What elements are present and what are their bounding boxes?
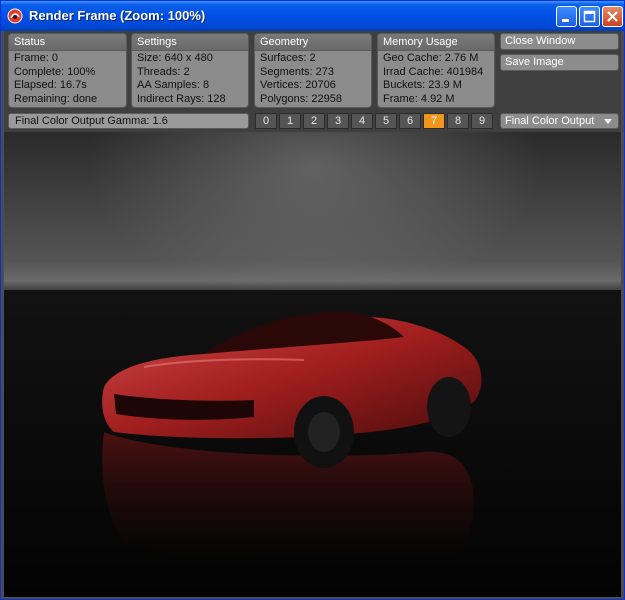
settings-indirect-rays: Indirect Rays: 128 xyxy=(137,92,226,105)
frame-button-6[interactable]: 6 xyxy=(399,113,421,129)
frame-button-7[interactable]: 7 xyxy=(423,113,445,129)
status-complete: Complete: 100% xyxy=(14,65,96,78)
frame-button-0[interactable]: 0 xyxy=(255,113,277,129)
title-bar[interactable]: Render Frame (Zoom: 100%) xyxy=(1,1,624,31)
frame-button-4[interactable]: 4 xyxy=(351,113,373,129)
geometry-panel-title: Geometry xyxy=(255,34,371,51)
maximize-button[interactable] xyxy=(579,6,600,27)
render-viewport xyxy=(4,132,621,597)
memory-irrad-cache: Irrad Cache: 401984 xyxy=(383,65,484,78)
settings-aa-samples: AA Samples: 8 xyxy=(137,79,210,91)
memory-panel-title: Memory Usage xyxy=(378,34,494,51)
geometry-segments: Segments: 273 xyxy=(260,65,334,78)
status-elapsed: Elapsed: 16.7s xyxy=(14,79,87,91)
memory-panel: Memory Usage Geo Cache: 2.76 M Irrad Cac… xyxy=(377,33,495,108)
minimize-button[interactable] xyxy=(556,6,577,27)
gamma-control[interactable]: Final Color Output Gamma: 1.6 xyxy=(8,113,249,129)
geometry-vertices: Vertices: 20706 xyxy=(260,79,336,91)
frame-button-3[interactable]: 3 xyxy=(327,113,349,129)
frame-button-1[interactable]: 1 xyxy=(279,113,301,129)
geometry-panel: Geometry Surfaces: 2 Segments: 273 Verti… xyxy=(254,33,372,108)
status-frame: Frame: 0 xyxy=(14,52,59,64)
settings-panel: Settings Size: 640 x 480 Threads: 2 AA S… xyxy=(131,33,249,108)
minimize-icon xyxy=(562,19,569,22)
client-area: Status Frame: 0 Complete: 100% Elapsed: … xyxy=(4,31,621,597)
memory-frame: Frame: 4.92 M xyxy=(383,92,455,105)
frame-button-5[interactable]: 5 xyxy=(375,113,397,129)
memory-buckets: Buckets: 23.9 M xyxy=(383,79,462,91)
app-icon xyxy=(7,8,23,24)
save-image-button[interactable]: Save Image xyxy=(500,54,619,71)
settings-threads: Threads: 2 xyxy=(137,65,190,78)
close-window-button[interactable]: Close Window xyxy=(500,33,619,50)
frame-button-9[interactable]: 9 xyxy=(471,113,493,129)
geometry-polygons: Polygons: 22958 xyxy=(260,92,342,105)
maximize-icon xyxy=(583,10,596,23)
status-remaining: Remaining: done xyxy=(14,92,98,105)
status-panel-title: Status xyxy=(9,34,126,51)
close-icon xyxy=(607,11,618,22)
settings-panel-title: Settings xyxy=(132,34,248,51)
frame-button-8[interactable]: 8 xyxy=(447,113,469,129)
rendered-car-image xyxy=(102,311,482,566)
window-title: Render Frame (Zoom: 100%) xyxy=(29,8,206,23)
settings-size: Size: 640 x 480 xyxy=(137,52,213,64)
chevron-down-icon xyxy=(604,119,612,124)
render-frame-window: Render Frame (Zoom: 100%) Status Frame: … xyxy=(0,0,625,600)
output-select-value: Final Color Output xyxy=(505,115,595,127)
memory-geo-cache: Geo Cache: 2.76 M xyxy=(383,52,479,64)
frame-button-2[interactable]: 2 xyxy=(303,113,325,129)
geometry-surfaces: Surfaces: 2 xyxy=(260,52,316,64)
status-panel: Status Frame: 0 Complete: 100% Elapsed: … xyxy=(8,33,127,108)
close-button[interactable] xyxy=(602,6,623,27)
output-select[interactable]: Final Color Output xyxy=(500,113,619,129)
